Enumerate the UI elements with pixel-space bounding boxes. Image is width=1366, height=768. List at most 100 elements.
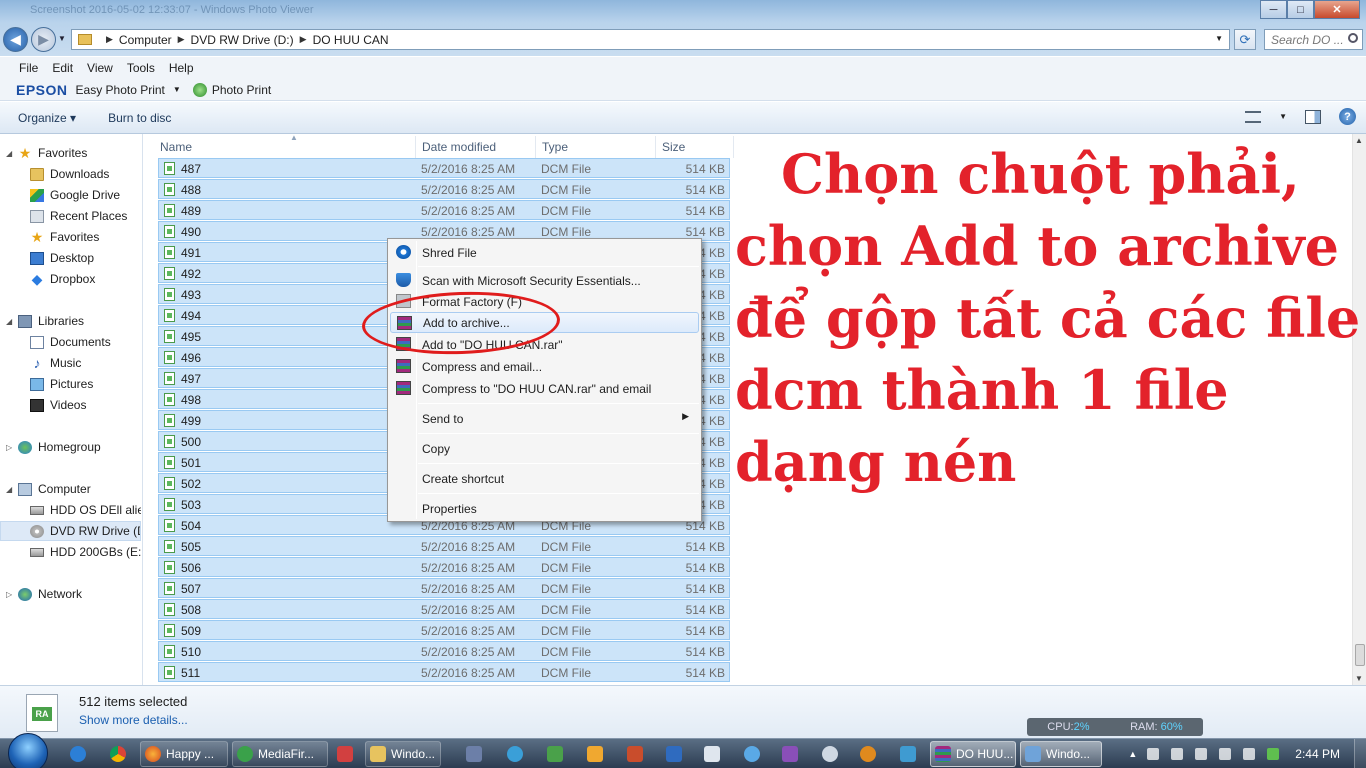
scrollbar-thumb[interactable]	[1355, 644, 1365, 666]
usb-icon[interactable]	[1195, 748, 1208, 760]
start-button[interactable]	[8, 733, 48, 768]
close-button[interactable]: ✕	[1314, 0, 1360, 19]
chevron-right-icon[interactable]: ▶	[178, 34, 185, 45]
expand-icon[interactable]: ▷	[6, 590, 18, 599]
taskbar-app[interactable]	[662, 741, 686, 767]
column-type[interactable]: Type	[536, 136, 656, 158]
menu-item-compress-rar-email[interactable]: Compress to "DO HUU CAN.rar" and email	[390, 378, 699, 399]
chevron-right-icon[interactable]: ▶	[300, 34, 307, 45]
taskbar-windows-explorer-2[interactable]: Windo...	[1020, 741, 1102, 767]
table-row[interactable]: 510 5/2/2016 8:25 AM DCM File 514 KB	[158, 641, 730, 661]
search-input[interactable]: Search DO ...	[1264, 29, 1363, 50]
nav-hdd-200[interactable]: HDD 200GBs (E:)	[0, 542, 141, 562]
column-name[interactable]: Name ▲	[154, 133, 416, 158]
maximize-button[interactable]: □	[1287, 0, 1314, 19]
nav-homegroup[interactable]: ▷ Homegroup	[0, 437, 141, 457]
back-button[interactable]: ◀	[3, 27, 28, 52]
address-dropdown-icon[interactable]: ▼	[1215, 34, 1223, 43]
tray-expand-icon[interactable]: ▲	[1128, 749, 1137, 759]
minimize-button[interactable]: ─	[1260, 0, 1287, 19]
nav-downloads[interactable]: Downloads	[0, 164, 141, 184]
clock[interactable]: 2:44 PM	[1295, 747, 1340, 761]
column-date-modified[interactable]: Date modified	[416, 136, 536, 158]
nav-dvd-drive[interactable]: DVD RW Drive (D	[0, 521, 141, 541]
table-row[interactable]: 487 5/2/2016 8:25 AM DCM File 514 KB	[158, 158, 730, 178]
table-row[interactable]: 506 5/2/2016 8:25 AM DCM File 514 KB	[158, 557, 730, 577]
taskbar-app[interactable]	[333, 741, 357, 767]
taskbar-app[interactable]	[856, 741, 880, 767]
taskbar-app[interactable]	[503, 741, 527, 767]
breadcrumb-dvd-drive[interactable]: DVD RW Drive (D:)	[191, 33, 294, 47]
nav-hdd-os[interactable]: HDD OS DEll alien	[0, 500, 141, 520]
chrome-taskbar-icon[interactable]	[106, 741, 134, 767]
taskbar-app[interactable]	[896, 741, 920, 767]
menu-item-properties[interactable]: Properties	[390, 498, 699, 519]
expand-icon[interactable]: ◢	[6, 485, 18, 494]
table-row[interactable]: 489 5/2/2016 8:25 AM DCM File 514 KB	[158, 200, 730, 220]
menu-help[interactable]: Help	[162, 61, 201, 75]
nav-desktop[interactable]: Desktop	[0, 248, 141, 268]
table-row[interactable]: 507 5/2/2016 8:25 AM DCM File 514 KB	[158, 578, 730, 598]
recent-pages-dropdown[interactable]: ▼	[58, 34, 66, 43]
wifi-icon[interactable]	[1171, 748, 1184, 760]
taskbar-app[interactable]	[740, 741, 764, 767]
dropbox-tray-icon[interactable]	[1147, 748, 1160, 760]
nav-computer[interactable]: ◢ Computer	[0, 479, 141, 499]
expand-icon[interactable]: ▷	[6, 443, 18, 452]
menu-item-shred-file[interactable]: Shred File	[390, 242, 699, 263]
refresh-button[interactable]: ⟳	[1234, 29, 1256, 50]
ie-taskbar-icon[interactable]	[66, 741, 94, 767]
table-row[interactable]: 508 5/2/2016 8:25 AM DCM File 514 KB	[158, 599, 730, 619]
taskbar-app[interactable]	[623, 741, 647, 767]
chevron-down-icon[interactable]: ▼	[1279, 112, 1287, 121]
nav-recent-places[interactable]: Recent Places	[0, 206, 141, 226]
preview-pane-icon[interactable]	[1305, 109, 1321, 124]
menu-edit[interactable]: Edit	[45, 61, 80, 75]
expand-icon[interactable]: ◢	[6, 317, 18, 326]
menu-tools[interactable]: Tools	[120, 61, 162, 75]
organize-button[interactable]: Organize ▾	[18, 111, 76, 125]
nav-videos[interactable]: Videos	[0, 395, 141, 415]
show-more-details-link[interactable]: Show more details...	[79, 713, 188, 727]
help-icon[interactable]: ?	[1339, 108, 1356, 125]
menu-file[interactable]: File	[12, 61, 45, 75]
breadcrumb-computer[interactable]: Computer	[119, 33, 172, 47]
table-row[interactable]: 509 5/2/2016 8:25 AM DCM File 514 KB	[158, 620, 730, 640]
burn-to-disc-button[interactable]: Burn to disc	[108, 111, 171, 125]
nav-google-drive[interactable]: Google Drive	[0, 185, 141, 205]
expand-icon[interactable]: ◢	[6, 149, 18, 158]
nav-favorites[interactable]: ◢ ★ Favorites	[0, 143, 141, 163]
taskbar-app[interactable]	[543, 741, 567, 767]
taskbar-app[interactable]	[818, 741, 842, 767]
nav-music[interactable]: ♪ Music	[0, 353, 141, 373]
photo-print-button[interactable]: Photo Print	[212, 83, 271, 97]
menu-view[interactable]: View	[80, 61, 120, 75]
menu-item-scan[interactable]: Scan with Microsoft Security Essentials.…	[390, 270, 699, 291]
taskbar-mediafire[interactable]: MediaFir...	[232, 741, 328, 767]
scroll-up-icon[interactable]: ▲	[1355, 136, 1363, 145]
taskbar-windows-explorer-1[interactable]: Windo...	[365, 741, 441, 767]
easy-photo-print-button[interactable]: Easy Photo Print	[76, 83, 165, 97]
menu-item-compress-email[interactable]: Compress and email...	[390, 356, 699, 377]
menu-item-copy[interactable]: Copy	[390, 438, 699, 459]
chevron-down-icon[interactable]: ▼	[173, 85, 181, 94]
volume-icon[interactable]	[1219, 748, 1232, 760]
signal-icon[interactable]	[1243, 748, 1256, 760]
taskbar-winrar[interactable]: DO HUU...	[930, 741, 1016, 767]
search-icon[interactable]	[1348, 33, 1358, 43]
forward-button[interactable]: ▶	[31, 27, 56, 52]
nav-dropbox[interactable]: ◆ Dropbox	[0, 269, 141, 289]
taskbar-firefox[interactable]: Happy ...	[140, 741, 228, 767]
address-bar[interactable]: ▶ Computer ▶ DVD RW Drive (D:) ▶ DO HUU …	[71, 29, 1230, 50]
show-desktop-button[interactable]	[1354, 739, 1366, 768]
taskbar-app[interactable]	[462, 741, 486, 767]
nav-libraries[interactable]: ◢ Libraries	[0, 311, 141, 331]
security-icon[interactable]	[1267, 748, 1280, 760]
nav-network[interactable]: ▷ Network	[0, 584, 141, 604]
table-row[interactable]: 505 5/2/2016 8:25 AM DCM File 514 KB	[158, 536, 730, 556]
chevron-right-icon[interactable]: ▶	[106, 34, 113, 45]
table-row[interactable]: 511 5/2/2016 8:25 AM DCM File 514 KB	[158, 662, 730, 682]
views-icon[interactable]	[1245, 110, 1262, 123]
scroll-down-icon[interactable]: ▼	[1355, 674, 1363, 683]
column-size[interactable]: Size	[656, 136, 734, 158]
